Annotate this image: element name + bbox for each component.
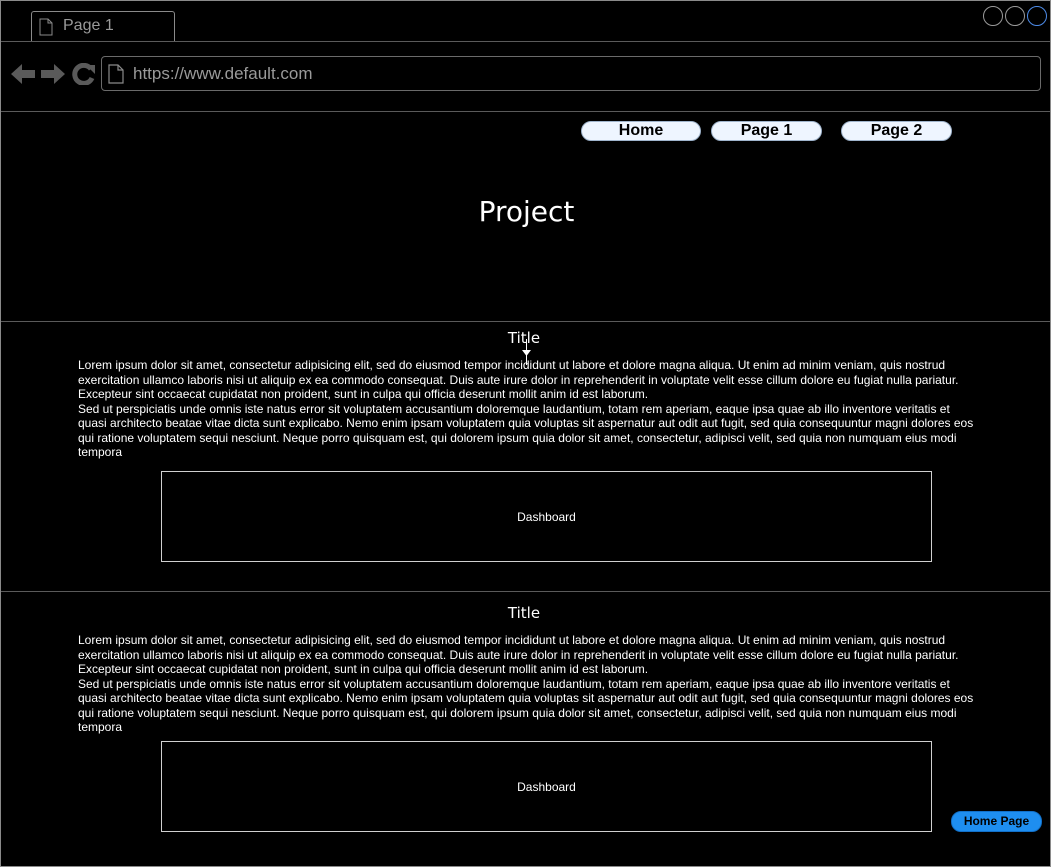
document-icon bbox=[39, 18, 53, 36]
section-2-title: Title bbox=[507, 604, 541, 622]
section-divider bbox=[1, 591, 1050, 592]
home-page-button[interactable]: Home Page bbox=[951, 811, 1042, 832]
back-arrow-icon[interactable] bbox=[11, 63, 35, 85]
browser-tab[interactable]: Page 1 bbox=[31, 11, 175, 41]
nav-page2-button[interactable]: Page 2 bbox=[841, 121, 952, 141]
address-bar-divider bbox=[1, 111, 1050, 112]
maximize-window-icon[interactable] bbox=[1005, 6, 1025, 26]
section-2-paragraph-2: Sed ut perspiciatis unde omnis iste natu… bbox=[78, 676, 974, 735]
nav-home-button[interactable]: Home bbox=[581, 121, 701, 141]
tab-bar-divider bbox=[1, 41, 1050, 42]
header-divider bbox=[1, 321, 1050, 322]
tab-label: Page 1 bbox=[63, 17, 114, 34]
section-1-text: Lorem ipsum dolor sit amet, consectetur … bbox=[78, 358, 978, 460]
browser-window: Page 1 https://www.default.com Home Page… bbox=[0, 0, 1051, 867]
url-text: https://www.default.com bbox=[133, 64, 313, 83]
page-title: Project bbox=[478, 195, 575, 228]
section-2-paragraph-1: Lorem ipsum dolor sit amet, consectetur … bbox=[78, 633, 959, 676]
address-bar[interactable]: https://www.default.com bbox=[101, 56, 1041, 91]
section-2-text: Lorem ipsum dolor sit amet, consectetur … bbox=[78, 633, 978, 735]
section-1-paragraph-2: Sed ut perspiciatis unde omnis iste natu… bbox=[78, 401, 974, 460]
reload-icon[interactable] bbox=[72, 63, 96, 85]
window-controls bbox=[983, 6, 1047, 26]
close-window-icon[interactable] bbox=[1027, 6, 1047, 26]
section-2-dashboard[interactable]: Dashboard bbox=[161, 741, 932, 832]
page-icon bbox=[108, 64, 124, 84]
nav-page1-button[interactable]: Page 1 bbox=[711, 121, 822, 141]
section-1-dashboard[interactable]: Dashboard bbox=[161, 471, 932, 562]
forward-arrow-icon[interactable] bbox=[41, 63, 65, 85]
text-cursor-icon bbox=[522, 339, 531, 365]
minimize-window-icon[interactable] bbox=[983, 6, 1003, 26]
